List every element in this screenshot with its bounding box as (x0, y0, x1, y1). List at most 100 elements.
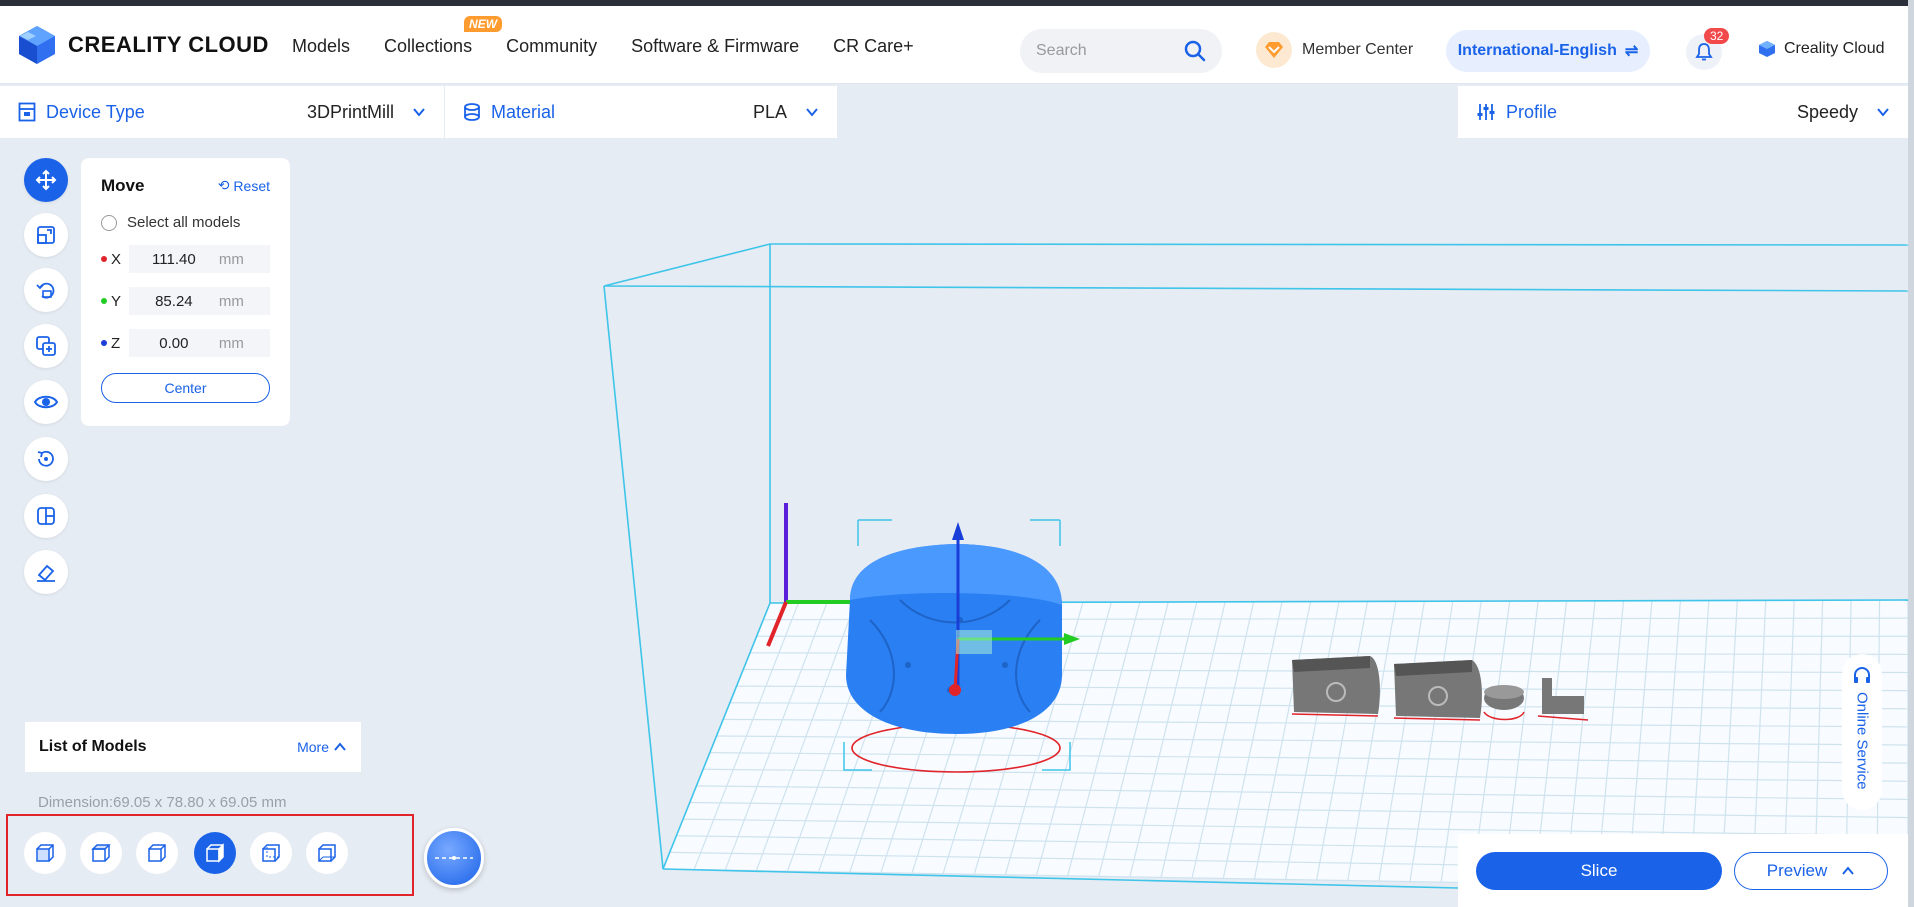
view-bottom-button[interactable] (306, 832, 348, 874)
eye-icon (34, 395, 58, 409)
view-top-button[interactable] (80, 832, 122, 874)
chevron-down-icon (1877, 108, 1889, 117)
cube-top-icon (91, 844, 111, 862)
reset-icon: ⟲ (217, 177, 230, 193)
reset-view-tool[interactable] (24, 437, 68, 481)
x-unit: mm (218, 250, 244, 268)
sliders-icon (1477, 104, 1495, 120)
move-tool[interactable] (24, 158, 68, 202)
device-type-label: Device Type (46, 101, 145, 122)
view-left-button[interactable] (136, 832, 178, 874)
brand-name: CREALITY CLOUD (68, 32, 269, 57)
scale-icon (37, 226, 55, 244)
duplicate-icon (36, 336, 56, 356)
x-label: X (110, 250, 121, 268)
page-scrollbar[interactable] (1908, 0, 1914, 907)
gizmo-plane-handle[interactable] (956, 630, 992, 654)
member-center-label: Member Center (1302, 41, 1414, 58)
x-axis-dot (101, 256, 107, 262)
nav-models[interactable]: Models (292, 36, 350, 57)
y-unit: mm (218, 292, 244, 310)
creality-logo-icon (19, 26, 55, 64)
gizmo-z-arrowhead[interactable] (952, 522, 964, 540)
nav-software-firmware[interactable]: Software & Firmware (631, 36, 799, 57)
account-menu[interactable]: Creality Cloud (1758, 40, 1884, 58)
search-box (1020, 29, 1222, 73)
search-icon[interactable] (1184, 40, 1206, 62)
slice-button[interactable]: Slice (1476, 852, 1722, 890)
profile-label: Profile (1506, 101, 1558, 122)
duplicate-tool[interactable] (24, 324, 68, 368)
x-coordinate-row: X 111.40 mm (101, 245, 270, 273)
device-type-value-group: 3DPrintMill (307, 102, 426, 123)
eraser-icon (37, 564, 55, 582)
lay-flat-tool[interactable] (24, 550, 68, 594)
rotate-icon (36, 282, 55, 299)
view-buttons-group (6, 814, 414, 896)
y-value: 85.24 (155, 292, 193, 310)
device-type-label-group: Device Type (18, 102, 145, 123)
chevron-up-icon (334, 742, 346, 751)
select-all-label: Select all models (127, 214, 241, 231)
z-input[interactable]: 0.00 mm (128, 329, 270, 357)
x-input[interactable]: 111.40 mm (128, 245, 270, 273)
y-input[interactable]: 85.24 mm (128, 287, 270, 315)
cube-back-icon (262, 844, 280, 862)
device-type-selector[interactable]: Device Type 3DPrintMill (0, 86, 444, 138)
slice-action-panel: Slice Preview (1458, 834, 1914, 907)
profile-selector[interactable]: Profile Speedy (1458, 86, 1908, 138)
select-all-radio[interactable] (101, 214, 117, 231)
material-value: PLA (752, 101, 787, 122)
gizmo-x-handle[interactable] (949, 684, 961, 696)
member-center-link[interactable]: Member Center (1256, 32, 1413, 68)
new-badge: NEW (464, 16, 503, 32)
profile-value-group: Speedy (1797, 102, 1890, 123)
nav-community[interactable]: Community (506, 36, 597, 57)
move-arrows-icon (35, 169, 57, 191)
headset-icon (1854, 667, 1870, 683)
rotate-tool[interactable] (24, 268, 68, 312)
center-button[interactable]: Center (101, 373, 270, 403)
split-icon (37, 507, 55, 525)
view-front-button[interactable] (24, 832, 66, 874)
view-right-button[interactable] (194, 832, 236, 874)
profile-label-group: Profile (1476, 102, 1557, 123)
more-label: More (297, 739, 329, 755)
model-dimension: Dimension:69.05 x 78.80 x 69.05 mm (38, 794, 287, 811)
filament-spool-icon (464, 103, 480, 121)
language-switch[interactable]: International-English ⇌ (1446, 30, 1650, 72)
x-value: 111.40 (152, 250, 196, 268)
main-nav: Models Collections NEW Community Softwar… (292, 16, 914, 57)
nav-collections[interactable]: Collections NEW (384, 16, 503, 57)
select-all-option[interactable]: Select all models (101, 214, 270, 231)
scale-tool[interactable] (24, 213, 68, 257)
notifications-button[interactable]: 32 (1686, 28, 1730, 70)
profile-value: Speedy (1796, 101, 1858, 122)
material-label-group: Material (463, 102, 555, 123)
brand-logo[interactable]: CREALITY CLOUD (16, 24, 269, 66)
preview-button[interactable]: Preview (1734, 852, 1888, 890)
cube-right-icon (206, 843, 224, 863)
member-badge-icon (1256, 32, 1292, 68)
more-button[interactable]: More (297, 739, 347, 755)
view-compass-button[interactable] (424, 828, 484, 888)
model-list-header: List of Models More (25, 722, 361, 772)
visibility-tool[interactable] (24, 380, 68, 424)
split-tool[interactable] (24, 494, 68, 538)
nav-collections-label: Collections (384, 36, 473, 56)
device-type-value: 3DPrintMill (306, 101, 394, 122)
reset-button[interactable]: ⟲ Reset (218, 177, 270, 194)
top-navbar: CREALITY CLOUD Models Collections NEW Co… (0, 0, 1914, 84)
online-service-button[interactable]: Online Service (1842, 654, 1882, 810)
material-selector[interactable]: Material PLA (445, 86, 837, 138)
model-list-title: List of Models (39, 738, 147, 755)
view-back-button[interactable] (250, 832, 292, 874)
z-axis-dot (101, 340, 107, 346)
cloud-logo-icon (1759, 41, 1775, 57)
notification-count-badge: 32 (1704, 28, 1730, 44)
y-label: Y (110, 292, 121, 310)
nav-cr-care[interactable]: CR Care+ (833, 36, 914, 57)
search-input[interactable] (1036, 42, 1176, 60)
refresh-icon (37, 450, 54, 467)
account-label: Creality Cloud (1784, 40, 1885, 57)
